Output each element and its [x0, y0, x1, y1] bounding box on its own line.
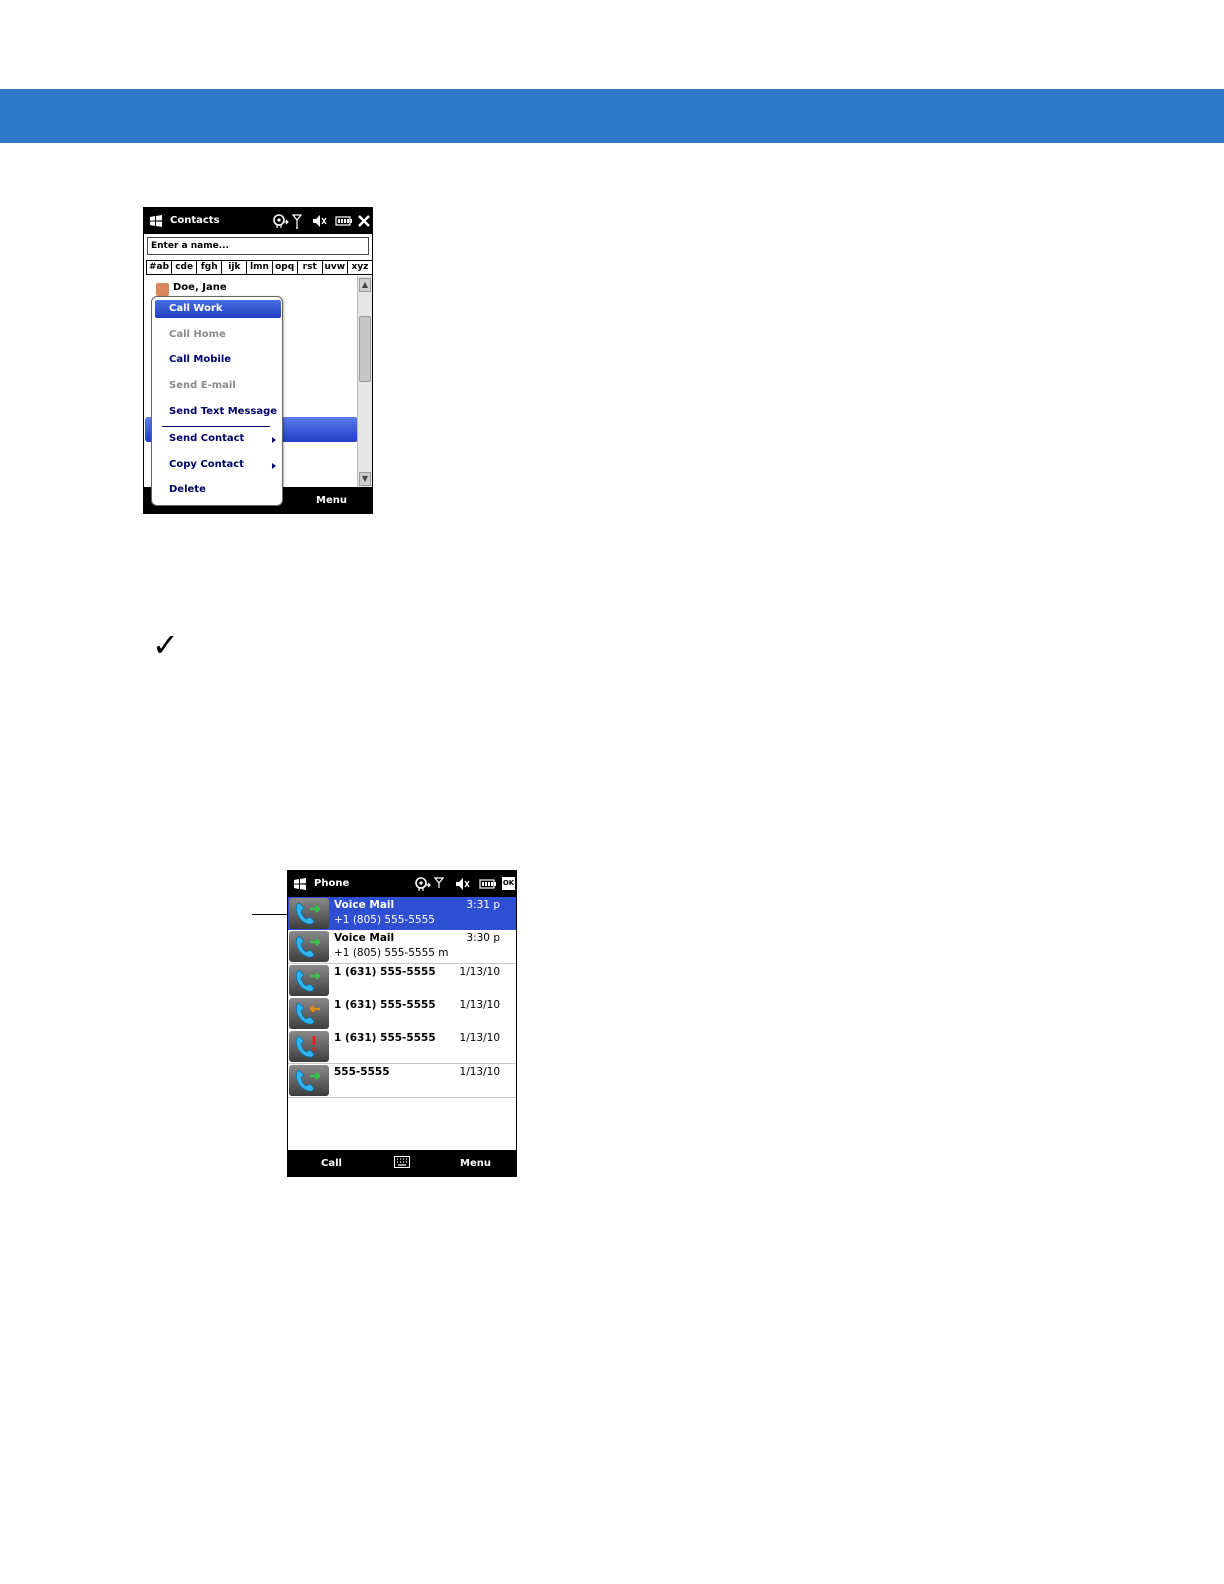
incoming-call-icon — [289, 997, 329, 1029]
call-log-row[interactable]: 1 (631) 555-5555 1/13/10 — [288, 963, 516, 998]
call-log-row[interactable]: 555-5555 1/13/10 — [288, 1063, 516, 1098]
menu-item-call-home[interactable]: Call Home — [169, 329, 226, 340]
phone-call-log-screenshot: Phone OK Voice Mail +1 (805) 555-5555 3:31… — [287, 870, 517, 1177]
alpha-tab[interactable]: rst — [296, 260, 323, 275]
submenu-arrow-icon — [272, 437, 276, 443]
call-log-row[interactable]: 1 (631) 555-5555 1/13/10 — [288, 996, 516, 1031]
checkmark-icon: ✓ — [152, 626, 179, 664]
menu-item-send-text-message[interactable]: Send Text Message — [169, 406, 277, 417]
signal-antenna-icon[interactable] — [434, 876, 444, 892]
call-name: 1 (631) 555-5555 — [334, 1032, 436, 1045]
call-log-row[interactable]: Voice Mail +1 (805) 555-5555 m 3:30 p — [288, 930, 516, 965]
call-time: 1/13/10 — [459, 1032, 500, 1045]
call-time: 3:31 p — [466, 899, 500, 911]
contact-context-menu: Call Work Call Home Call Mobile Send E-m… — [151, 296, 283, 506]
call-time: 1/13/10 — [459, 1065, 500, 1078]
battery-icon[interactable] — [335, 213, 353, 229]
menu-item-delete[interactable]: Delete — [169, 484, 206, 495]
ok-button[interactable]: OK — [502, 877, 515, 890]
call-time: 3:30 p — [466, 932, 500, 945]
alpha-tab[interactable]: ijk — [221, 260, 248, 275]
call-name: Voice Mail — [334, 932, 395, 945]
connectivity-icon[interactable] — [272, 213, 290, 229]
call-name: 1 (631) 555-5555 — [334, 998, 436, 1011]
phone-softkey-bar: Call Menu — [288, 1150, 516, 1176]
alpha-tab[interactable]: lmn — [246, 260, 273, 275]
contacts-title-bar: Contacts — [144, 208, 372, 234]
menu-item-copy-contact[interactable]: Copy Contact — [169, 459, 244, 470]
windows-start-icon[interactable] — [293, 877, 307, 891]
battery-icon[interactable] — [479, 876, 497, 892]
missed-call-icon — [289, 1031, 329, 1063]
call-name: Voice Mail — [334, 899, 395, 911]
scroll-up-icon[interactable]: ▲ — [359, 278, 371, 292]
contacts-title: Contacts — [170, 215, 220, 226]
call-name: 555-5555 — [334, 1065, 390, 1078]
speaker-muted-icon[interactable] — [311, 213, 327, 229]
phone-title-bar: Phone OK — [288, 871, 516, 897]
close-icon[interactable] — [357, 213, 371, 229]
menu-item-send-contact[interactable]: Send Contact — [169, 433, 244, 444]
alpha-tab[interactable]: cde — [171, 260, 198, 275]
outgoing-call-icon — [289, 964, 329, 996]
alpha-tab[interactable]: xyz — [346, 260, 372, 275]
menu-softkey[interactable]: Menu — [460, 1158, 491, 1169]
outgoing-call-icon — [289, 898, 329, 929]
search-name-input[interactable]: Enter a name... — [147, 237, 369, 255]
page-header-band — [0, 89, 1224, 143]
alphabet-tabs: #ab cde fgh ijk lmn opq rst uvw xyz — [146, 260, 372, 275]
call-softkey[interactable]: Call — [321, 1158, 342, 1169]
menu-item-call-work[interactable]: Call Work — [155, 300, 281, 318]
call-time: 1/13/10 — [459, 998, 500, 1011]
menu-separator — [162, 426, 270, 427]
keyboard-icon[interactable] — [394, 1156, 410, 1168]
phone-title: Phone — [314, 878, 350, 889]
call-name: 1 (631) 555-5555 — [334, 965, 436, 978]
callout-leader-line — [252, 914, 288, 915]
menu-item-call-mobile[interactable]: Call Mobile — [169, 354, 231, 365]
call-log-row[interactable]: 1 (631) 555-5555 1/13/10 — [288, 1030, 516, 1065]
alpha-tab[interactable]: fgh — [196, 260, 223, 275]
speaker-muted-icon[interactable] — [454, 876, 470, 892]
call-time: 1/13/10 — [459, 965, 500, 978]
scroll-down-icon[interactable]: ▼ — [359, 472, 371, 486]
windows-start-icon[interactable] — [149, 214, 163, 228]
contact-name[interactable]: Doe, Jane — [173, 282, 227, 293]
contact-avatar-icon — [156, 283, 169, 296]
outgoing-call-icon — [289, 1064, 329, 1096]
connectivity-icon[interactable] — [414, 876, 432, 892]
alpha-tab[interactable]: #ab — [146, 260, 173, 275]
call-log-row[interactable]: Voice Mail +1 (805) 555-5555 3:31 p — [288, 897, 516, 931]
contacts-screenshot: Contacts Enter a name... #ab cde fgh ijk… — [143, 207, 373, 514]
scrollbar[interactable]: ▲ ▼ — [357, 276, 372, 488]
signal-antenna-icon[interactable] — [292, 213, 302, 229]
call-number: +1 (805) 555-5555 — [334, 914, 435, 926]
call-number: +1 (805) 555-5555 m — [334, 947, 449, 960]
alpha-tab[interactable]: opq — [271, 260, 298, 275]
submenu-arrow-icon — [272, 463, 276, 469]
scroll-thumb[interactable] — [359, 316, 371, 382]
menu-item-send-email[interactable]: Send E-mail — [169, 380, 236, 391]
alpha-tab[interactable]: uvw — [321, 260, 348, 275]
outgoing-call-icon — [289, 931, 329, 963]
menu-softkey[interactable]: Menu — [316, 495, 347, 506]
